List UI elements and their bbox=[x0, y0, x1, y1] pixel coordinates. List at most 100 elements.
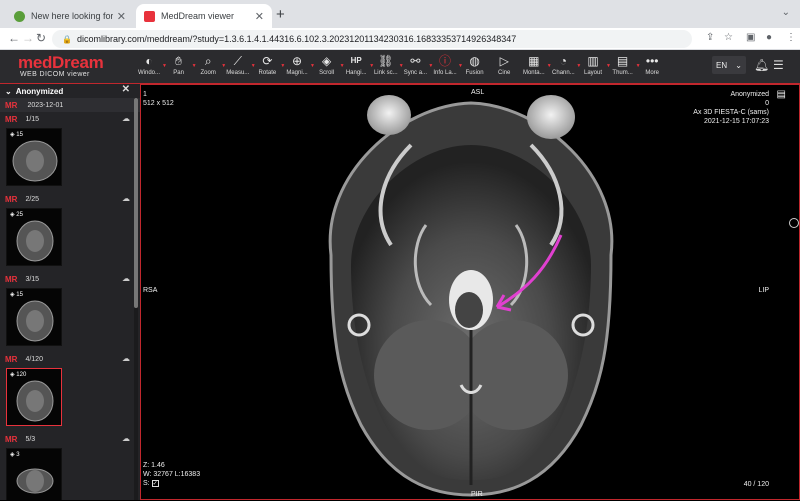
series-thumbnail[interactable]: ◈ 15 bbox=[6, 128, 62, 186]
image-viewport[interactable]: 1 512 x 512 ASL Anonymized 0 Ax 3D FIEST… bbox=[140, 84, 800, 500]
back-arrow-icon[interactable]: ← bbox=[8, 31, 20, 45]
url-text: dicomlibrary.com/meddream/?study=1.3.6.1… bbox=[76, 34, 517, 44]
reload-icon[interactable]: ↻ bbox=[36, 31, 46, 45]
orientation-top: ASL bbox=[471, 89, 485, 96]
tool-hand[interactable]: ✋︎ Pan bbox=[164, 53, 194, 81]
magnify-icon: ⊕ bbox=[291, 54, 303, 68]
cine-icon: ▷ bbox=[499, 54, 509, 68]
tool-rotate[interactable]: ⟳ Rotate bbox=[252, 53, 282, 81]
settings-sliders-icon[interactable]: ☰ bbox=[773, 58, 784, 72]
report-document-icon[interactable]: ▤ bbox=[777, 90, 786, 100]
profile-avatar-icon[interactable]: ● bbox=[766, 32, 772, 43]
tool-more[interactable]: ••• More bbox=[637, 53, 667, 81]
forward-arrow-icon[interactable]: → bbox=[22, 31, 34, 45]
study-date: 2023-12-01 bbox=[27, 101, 64, 109]
tool-label: Windo... bbox=[137, 70, 160, 76]
zoom-value: Z: 1.46 bbox=[143, 462, 165, 469]
series-modality: MR bbox=[5, 194, 18, 204]
language-select[interactable]: EN ⌄ bbox=[712, 56, 746, 74]
tool-magnify[interactable]: ⊕ Magni... bbox=[282, 53, 312, 81]
overlay-top-left: 1 512 x 512 bbox=[143, 90, 174, 108]
tool-label: Magni... bbox=[286, 70, 308, 76]
browser-tab-strip: New here looking for advice an ✕ MedDrea… bbox=[0, 0, 800, 28]
scroll-icon: ◈ bbox=[321, 54, 332, 68]
share-icon[interactable]: ⇪ bbox=[706, 32, 714, 43]
window-level-value: W: 32767 L:16383 bbox=[143, 471, 201, 478]
tool-channel[interactable]: ◔ Chann... bbox=[548, 53, 578, 81]
study-row[interactable]: MR 2023-12-01 bbox=[0, 98, 140, 112]
tab-title: New here looking for advice an bbox=[31, 11, 113, 21]
tool-hanging-protocol[interactable]: HP Hangi... bbox=[341, 53, 371, 81]
series-description: Ax 3D FIESTA-C (sams) bbox=[693, 109, 769, 116]
series-modality: MR bbox=[5, 354, 18, 364]
browser-tab-forum[interactable]: New here looking for advice an ✕ bbox=[6, 4, 134, 28]
cloud-download-icon[interactable]: ☁ bbox=[122, 114, 130, 123]
sync-checkbox[interactable]: ✓ bbox=[151, 480, 159, 487]
cloud-download-icon[interactable]: ☁ bbox=[122, 354, 130, 363]
tool-window-level[interactable]: ◐ Windo... bbox=[134, 53, 164, 81]
slice-counter: 40 / 120 bbox=[743, 481, 769, 488]
tool-sync[interactable]: ⚯ Sync a... bbox=[400, 53, 430, 81]
montage-icon: ▦ bbox=[528, 54, 540, 68]
tool-layout[interactable]: ▥ Layout bbox=[578, 53, 608, 81]
overlay-top-right: Anonymized 0 Ax 3D FIESTA-C (sams) 2021-… bbox=[693, 90, 769, 126]
series-thumbnail[interactable]: ◈ 120 bbox=[6, 368, 62, 426]
rotate-icon: ⟳ bbox=[262, 54, 273, 68]
series-item[interactable]: MR 3/15 ☁ ◈ 15 bbox=[0, 272, 140, 352]
thumbnail-count: ◈ 25 bbox=[10, 211, 23, 218]
zoom-icon: ⌕ bbox=[204, 54, 212, 68]
bookmark-star-icon[interactable]: ☆ bbox=[724, 32, 733, 43]
tool-zoom[interactable]: ⌕ Zoom bbox=[193, 53, 223, 81]
series-item[interactable]: MR 5/3 ☁ ◈ 3 bbox=[0, 432, 140, 500]
viewport-scroll-handle[interactable] bbox=[789, 218, 799, 228]
address-bar[interactable]: 🔒 dicomlibrary.com/meddream/?study=1.3.6… bbox=[52, 30, 692, 48]
close-tab-icon[interactable]: ✕ bbox=[117, 10, 126, 23]
thumbnail-count: ◈ 3 bbox=[10, 451, 20, 458]
image-count: 3 bbox=[16, 452, 20, 458]
tool-scroll[interactable]: ◈ Scroll bbox=[312, 53, 342, 81]
side-panel-icon[interactable]: ▣ bbox=[746, 32, 755, 43]
series-label: 4/120 bbox=[25, 355, 43, 363]
app-header: medDream WEB DICOM viewer ◐ Windo... ▼ ✋︎ Pa… bbox=[0, 50, 800, 84]
image-count: 120 bbox=[16, 372, 27, 378]
tool-info[interactable]: ⓘ Info La... bbox=[430, 53, 460, 81]
patient-header[interactable]: ⌄ Anonymized ✕ bbox=[0, 84, 140, 98]
series-item[interactable]: MR 4/120 ☁ ◈ 120 bbox=[0, 352, 140, 432]
close-tab-icon[interactable]: ✕ bbox=[255, 10, 264, 23]
series-thumbnail[interactable]: ◈ 25 bbox=[6, 208, 62, 266]
cloud-download-icon[interactable]: ☁ bbox=[122, 274, 130, 283]
browser-tab-meddream[interactable]: MedDream viewer ✕ bbox=[136, 4, 272, 28]
series-label: 5/3 bbox=[25, 435, 36, 443]
series-item[interactable]: MR 2/25 ☁ ◈ 25 bbox=[0, 192, 140, 272]
new-tab-plus-icon[interactable]: + bbox=[276, 6, 285, 23]
series-thumbnail[interactable]: ◈ 3 bbox=[6, 448, 62, 500]
series-modality: MR bbox=[5, 434, 18, 444]
tool-measure[interactable]: ⟋ Measu... bbox=[223, 53, 253, 81]
tool-cine[interactable]: ▷ Cine bbox=[489, 53, 519, 81]
cloud-download-icon[interactable]: ☁ bbox=[122, 194, 130, 203]
tool-thumbnails[interactable]: ▤ Thum... bbox=[608, 53, 638, 81]
series-item[interactable]: MR 1/15 ☁ ◈ 15 bbox=[0, 112, 140, 192]
fusion-icon: ◍ bbox=[469, 54, 480, 68]
series-header: MR 2/25 bbox=[0, 192, 140, 206]
collapse-chevron-icon[interactable]: ⌄ bbox=[5, 87, 12, 96]
sync-label: S: bbox=[143, 480, 150, 487]
close-sidebar-icon[interactable]: ✕ bbox=[122, 84, 130, 95]
series-header: MR 1/15 bbox=[0, 112, 140, 126]
tool-label: Rotate bbox=[258, 70, 277, 76]
orbit-left bbox=[367, 95, 411, 135]
window-level-icon: ◐ bbox=[145, 54, 153, 68]
thumbnails-icon: ▤ bbox=[616, 54, 629, 68]
notification-bell-icon[interactable]: 🔔︎ bbox=[754, 58, 769, 72]
meddream-logo: medDream bbox=[18, 53, 104, 72]
cloud-download-icon[interactable]: ☁ bbox=[122, 434, 130, 443]
tab-search-chevron-icon[interactable]: ⌄ bbox=[782, 7, 790, 18]
tool-fusion[interactable]: ◍ Fusion bbox=[460, 53, 490, 81]
tool-montage[interactable]: ▦ Monta... bbox=[519, 53, 549, 81]
series-thumbnail[interactable]: ◈ 15 bbox=[6, 288, 62, 346]
browser-menu-icon[interactable]: ⋮ bbox=[786, 32, 796, 43]
sidebar-scrollbar-thumb[interactable] bbox=[134, 98, 138, 308]
series-sidebar: ⌄ Anonymized ✕ MR 2023-12-01 MR 1/15 ☁ ◈ 15… bbox=[0, 84, 140, 500]
tool-link[interactable]: ⛓︎ Link sc... bbox=[371, 53, 401, 81]
orientation-left: RSA bbox=[143, 287, 158, 294]
